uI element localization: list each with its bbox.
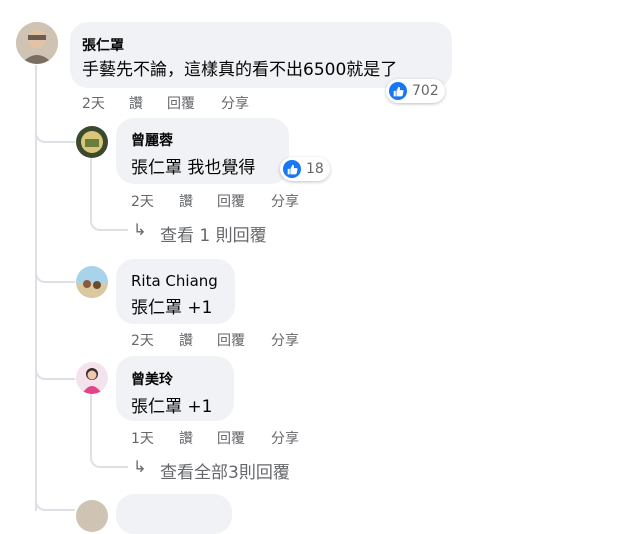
mention-link[interactable]: 張仁罩 [131, 158, 182, 178]
reaction-summary[interactable]: 702 [386, 79, 445, 103]
thread-connector [35, 118, 75, 143]
reply-text: 張仁罩 +1 [131, 392, 212, 417]
reply-time[interactable]: 1天 [131, 428, 154, 448]
reply-button[interactable]: 回覆 [217, 330, 245, 350]
avatar-image [16, 22, 58, 64]
reply-button[interactable]: 回覆 [217, 428, 245, 448]
avatar[interactable] [76, 266, 108, 298]
avatar-image [76, 266, 108, 298]
reply-author[interactable]: 曾麗蓉 [131, 130, 173, 150]
reply-body: +1 [182, 298, 213, 318]
view-replies-link[interactable]: 查看 1 則回覆 [160, 221, 267, 246]
reply-button[interactable]: 回覆 [167, 93, 195, 113]
avatar-image [76, 362, 108, 394]
share-button[interactable]: 分享 [271, 330, 299, 350]
like-button[interactable]: 讚 [179, 428, 193, 448]
reply-bubble [116, 494, 232, 534]
avatar[interactable] [76, 126, 108, 158]
reaction-summary[interactable]: 18 [280, 157, 330, 181]
thread-connector [35, 255, 75, 283]
avatar-image [76, 126, 108, 158]
reply-body: +1 [182, 397, 213, 417]
reaction-count: 18 [306, 161, 324, 177]
reply-time[interactable]: 2天 [131, 330, 154, 350]
avatar[interactable] [76, 362, 108, 394]
reply-text: 張仁罩 我也覺得 [131, 153, 255, 178]
thumbs-up-icon [283, 160, 301, 178]
share-button[interactable]: 分享 [271, 191, 299, 211]
comment-time[interactable]: 2天 [82, 93, 105, 113]
avatar[interactable] [16, 22, 58, 64]
reply-author[interactable]: Rita Chiang [131, 272, 218, 290]
share-button[interactable]: 分享 [221, 93, 249, 113]
thumbs-up-icon [389, 82, 407, 100]
reply-button[interactable]: 回覆 [217, 191, 245, 211]
mention-link[interactable]: 張仁罩 [131, 397, 182, 417]
reply-author[interactable]: 曾美玲 [131, 369, 173, 389]
comment-text: 手藝先不論，這樣真的看不出6500就是了 [82, 60, 398, 80]
like-button[interactable]: 讚 [129, 93, 143, 113]
reply-text: 張仁罩 +1 [131, 293, 212, 318]
avatar[interactable] [76, 500, 108, 532]
reply-body: 我也覺得 [182, 158, 256, 178]
mention-link[interactable]: 張仁罩 [131, 298, 182, 318]
thread-connector [35, 355, 75, 380]
reply-arrow-icon: ↳ [133, 220, 147, 239]
thread-connector [35, 480, 75, 511]
share-button[interactable]: 分享 [271, 428, 299, 448]
comment-author[interactable]: 張仁罩 [82, 35, 124, 55]
reaction-count: 702 [412, 83, 439, 99]
reply-arrow-icon: ↳ [133, 457, 147, 476]
like-button[interactable]: 讚 [179, 330, 193, 350]
reply-time[interactable]: 2天 [131, 191, 154, 211]
like-button[interactable]: 讚 [179, 191, 193, 211]
view-replies-link[interactable]: 查看全部3則回覆 [160, 458, 290, 483]
